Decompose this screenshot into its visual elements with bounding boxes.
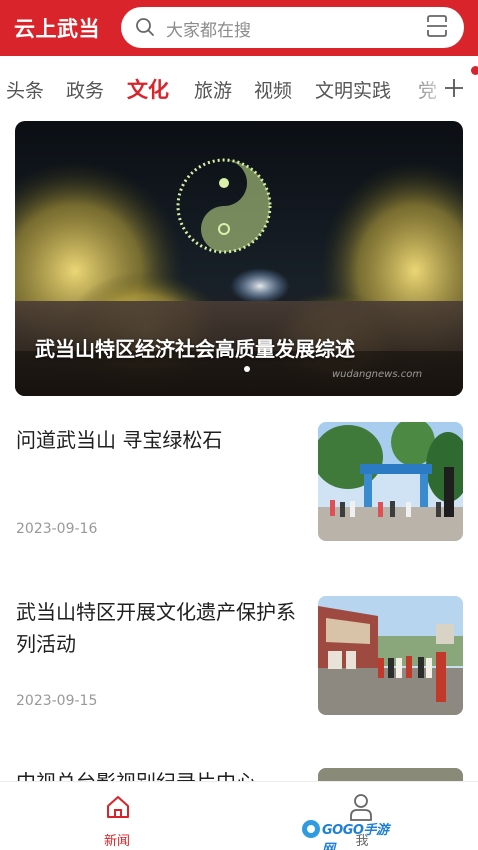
- nav-news-button[interactable]: 新闻: [95, 790, 139, 849]
- search-icon[interactable]: [135, 17, 155, 41]
- news-title[interactable]: 问道武当山 寻宝绿松石: [16, 424, 296, 456]
- nav-news-label: 新闻: [103, 834, 130, 849]
- tab-civilization-practice[interactable]: 文明实践: [315, 76, 391, 103]
- news-date: 2023-09-16: [16, 521, 98, 537]
- scan-icon[interactable]: [426, 14, 448, 42]
- news-thumbnail[interactable]: [318, 596, 463, 715]
- notification-dot: [471, 66, 478, 75]
- tab-government[interactable]: 政务: [66, 76, 104, 103]
- hero-title[interactable]: 武当山特区经济社会高质量发展综述: [35, 333, 355, 362]
- search-input[interactable]: 大家都在搜: [166, 16, 251, 41]
- news-thumbnail[interactable]: [318, 422, 463, 541]
- plus-icon: [444, 78, 464, 102]
- tab-tourism[interactable]: 旅游: [194, 76, 232, 103]
- news-title[interactable]: 武当山特区开展文化遗产保护系列活动: [16, 596, 296, 660]
- channel-tabs: 头条 政务 文化 旅游 视频 文明实践 党: [0, 56, 478, 120]
- app-brand: 云上武当: [14, 17, 100, 41]
- top-bar: 云上武当 大家都在搜: [0, 0, 478, 56]
- tab-headline[interactable]: 头条: [6, 76, 44, 103]
- home-icon: [105, 794, 131, 824]
- carousel-indicator: [244, 366, 250, 372]
- site-watermark: GOGO手游网: [300, 816, 392, 850]
- tab-video[interactable]: 视频: [254, 76, 292, 103]
- news-title[interactable]: 中视总台影视别纪录片中心: [16, 766, 296, 781]
- bottom-nav: 新闻 我: [0, 781, 478, 850]
- add-channel-button[interactable]: [438, 68, 470, 108]
- news-date: 2023-09-15: [16, 693, 98, 709]
- watermark-logo-icon: [302, 820, 320, 838]
- tab-culture[interactable]: 文化: [127, 74, 169, 104]
- news-item[interactable]: 问道武当山 寻宝绿松石 2023-09-16: [0, 418, 478, 568]
- hero-watermark: wudangnews.com: [332, 369, 423, 380]
- hero-banner[interactable]: 武当山特区经济社会高质量发展综述 wudangnews.com: [15, 121, 463, 396]
- watermark-text: GOGO手游网: [322, 823, 389, 850]
- news-thumbnail[interactable]: [318, 768, 463, 781]
- news-item[interactable]: 中视总台影视别纪录片中心: [0, 760, 478, 781]
- news-item[interactable]: 武当山特区开展文化遗产保护系列活动 2023-09-15: [0, 588, 478, 738]
